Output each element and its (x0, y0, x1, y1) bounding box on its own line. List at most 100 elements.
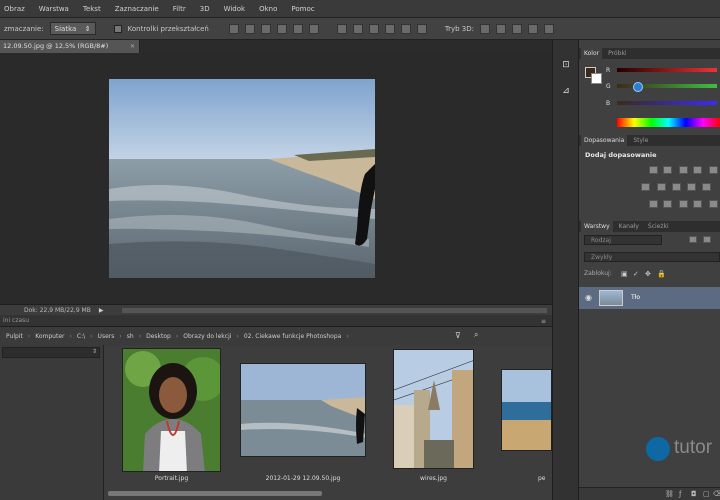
roll-3d-icon[interactable] (495, 23, 506, 34)
channel-b-slider[interactable] (617, 101, 717, 105)
filter-icon[interactable]: ⊽ (455, 331, 461, 340)
selective-color-icon[interactable] (709, 200, 718, 208)
breadcrumb-item[interactable]: Pulpit (6, 333, 23, 340)
lock-label: Zablokuj: (584, 270, 612, 277)
align-hcenter-icon[interactable] (292, 23, 303, 34)
menu-warstwa[interactable]: Warstwa (39, 5, 69, 13)
link-icon[interactable]: ⛓ (665, 490, 674, 498)
align-bottom-icon[interactable] (260, 23, 271, 34)
channel-mixer-icon[interactable] (702, 183, 711, 191)
align-left-icon[interactable] (276, 23, 287, 34)
distribute-bottom-icon[interactable] (368, 23, 379, 34)
menu-obraz[interactable]: Obraz (4, 5, 25, 13)
align-right-icon[interactable] (308, 23, 319, 34)
rotate-3d-icon[interactable] (479, 23, 490, 34)
gradient-map-icon[interactable] (693, 200, 702, 208)
breadcrumb-item[interactable]: 02. Ciekawe funkcje Photoshopa (244, 333, 342, 340)
tab-probki[interactable]: Próbki (605, 48, 629, 59)
tab-warstwy[interactable]: Warstwy (581, 221, 613, 232)
black-white-icon[interactable] (672, 183, 681, 191)
thumbnail-wires[interactable] (393, 349, 474, 469)
new-layer-icon[interactable]: ▢ (703, 490, 710, 498)
fx-icon[interactable]: ƒ (679, 490, 681, 498)
history-panel-icon[interactable]: ⊡ (559, 58, 573, 72)
vibrance-icon[interactable] (709, 166, 718, 174)
thumbnail-beach[interactable] (240, 363, 366, 457)
actions-panel-icon[interactable]: ⊿ (559, 84, 573, 98)
color-balance-icon[interactable] (657, 183, 666, 191)
distribute-top-icon[interactable] (336, 23, 347, 34)
distribute-right-icon[interactable] (416, 23, 427, 34)
menu-filtr[interactable]: Filtr (173, 5, 186, 13)
thumbnail-partial[interactable] (501, 369, 552, 451)
menu-widok[interactable]: Widok (224, 5, 246, 13)
thumbnail-portrait[interactable] (122, 348, 221, 472)
background-color-swatch[interactable] (591, 73, 602, 84)
exposure-icon[interactable] (693, 166, 702, 174)
filter-adjust-icon[interactable] (703, 236, 711, 243)
menu-zaznaczanie[interactable]: Zaznaczanie (115, 5, 159, 13)
menu-pomoc[interactable]: Pomoc (291, 5, 314, 13)
distribute-hcenter-icon[interactable] (400, 23, 411, 34)
lock-all-icon[interactable]: 🔒 (657, 270, 666, 278)
distribute-left-icon[interactable] (384, 23, 395, 34)
menu-tekst[interactable]: Tekst (83, 5, 101, 13)
tab-style[interactable]: Style (630, 135, 651, 146)
tab-sciezki[interactable]: Ścieżki (645, 221, 672, 232)
levels-icon[interactable] (663, 166, 672, 174)
search-icon[interactable]: ⌕ (474, 330, 478, 340)
slider-cursor-icon (633, 82, 643, 92)
channel-r-slider[interactable] (617, 68, 717, 72)
bridge-scrollbar[interactable] (108, 491, 322, 496)
document-tab[interactable]: 12.09.50.jpg @ 12,5% (RGB/8#) (0, 40, 140, 53)
breadcrumb-item[interactable]: sh (127, 333, 134, 340)
transform-controls-checkbox[interactable] (113, 24, 122, 33)
right-panels: Kolor Próbki R G B Dopasowania Style Dod… (579, 40, 720, 500)
channel-g-slider[interactable] (617, 84, 717, 88)
menu-okno[interactable]: Okno (259, 5, 277, 13)
layer-kind-filter[interactable]: Rodzaj (584, 235, 662, 245)
layer-row[interactable]: ◉ Tło (579, 287, 720, 309)
trash-icon[interactable]: ⌫ (713, 490, 720, 498)
status-menu-arrow-icon[interactable]: ▶ (99, 307, 104, 314)
chevron-right-icon: › (119, 332, 122, 340)
hue-saturation-icon[interactable] (641, 183, 650, 191)
navigation-dropdown[interactable]: ⇕ (2, 347, 100, 358)
breadcrumb-item[interactable]: Obrazy do lekcji (183, 333, 231, 340)
scale-3d-icon[interactable] (543, 23, 554, 34)
posterize-icon[interactable] (663, 200, 672, 208)
breadcrumb-item[interactable]: Komputer (35, 333, 64, 340)
curves-icon[interactable] (679, 166, 688, 174)
lock-position-icon[interactable]: ✥ (645, 270, 651, 278)
lock-paint-icon[interactable]: ✓ (633, 270, 639, 278)
mask-icon[interactable]: ◘ (691, 490, 697, 498)
photo-filter-icon[interactable] (687, 183, 696, 191)
breadcrumb-item[interactable]: C:\ (77, 333, 85, 340)
mode-select[interactable]: Siatka ⇕ (49, 22, 96, 35)
threshold-icon[interactable] (679, 200, 688, 208)
breadcrumb-item[interactable]: Desktop (146, 333, 171, 340)
close-icon[interactable]: ✕ (130, 43, 137, 50)
eye-icon[interactable]: ◉ (585, 293, 592, 302)
layer-name: Tło (631, 294, 641, 301)
tab-kolor[interactable]: Kolor (581, 48, 603, 59)
color-spectrum[interactable] (617, 118, 720, 127)
align-top-icon[interactable] (228, 23, 239, 34)
horizontal-scrollbar[interactable] (122, 308, 547, 313)
menu-3d[interactable]: 3D (200, 5, 210, 13)
breadcrumb-item[interactable]: Users (98, 333, 115, 340)
align-vcenter-icon[interactable] (244, 23, 255, 34)
panel-menu-icon[interactable]: ≡ (541, 318, 549, 325)
move-3d-icon[interactable] (511, 23, 522, 34)
beach-photo (109, 79, 375, 278)
lock-pixels-icon[interactable]: ▣ (621, 270, 628, 278)
brightness-icon[interactable] (649, 166, 658, 174)
filter-pixel-icon[interactable] (689, 236, 697, 243)
distribute-vcenter-icon[interactable] (352, 23, 363, 34)
invert-icon[interactable] (649, 200, 658, 208)
tab-kanaly[interactable]: Kanały (616, 221, 642, 232)
document-image[interactable] (109, 79, 375, 278)
blend-mode-select[interactable]: Zwykły (584, 252, 720, 262)
slide-3d-icon[interactable] (527, 23, 538, 34)
tab-dopasowania[interactable]: Dopasowania (581, 135, 628, 146)
